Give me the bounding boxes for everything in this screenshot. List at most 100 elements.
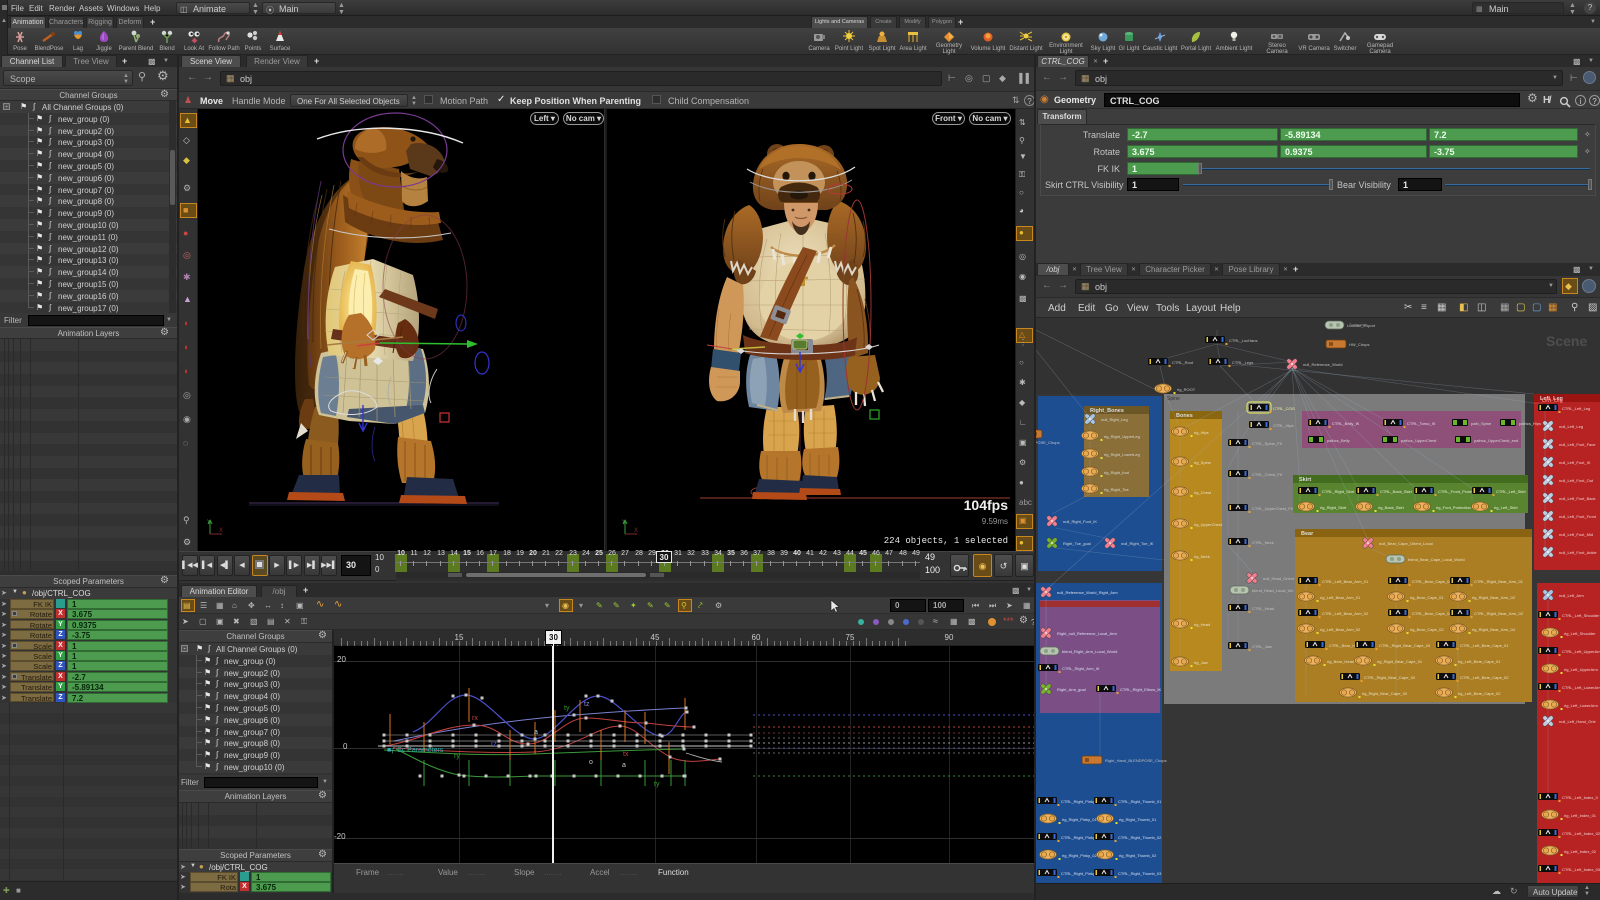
svg-text:CTRL_Belly_IK: CTRL_Belly_IK bbox=[1332, 421, 1360, 426]
svg-text:CTRL_Chest_FK: CTRL_Chest_FK bbox=[1252, 472, 1283, 477]
svg-text:rig_Left_LowerArm: rig_Left_LowerArm bbox=[1564, 703, 1598, 708]
svg-text:CTRL_Left_Bear_Arm_01: CTRL_Left_Bear_Arm_01 bbox=[1322, 579, 1369, 584]
svg-text:CTRL_Back_Skirt: CTRL_Back_Skirt bbox=[1380, 489, 1413, 494]
svg-text:CTRL_Left_Skirt: CTRL_Left_Skirt bbox=[1496, 489, 1526, 494]
svg-text:rig_Spine: rig_Spine bbox=[1194, 460, 1212, 465]
svg-text:■ƒ Sc Parameters: ■ƒ Sc Parameters bbox=[387, 747, 444, 754]
svg-text:tx: tx bbox=[623, 751, 629, 758]
svg-text:CTRL_Right_Arm_IK: CTRL_Right_Arm_IK bbox=[1062, 666, 1100, 671]
svg-text:null_Left_Foot_Ankle: null_Left_Foot_Ankle bbox=[1559, 550, 1597, 555]
svg-text:null_Left_Foot_Front: null_Left_Foot_Front bbox=[1559, 514, 1597, 519]
svg-text:rig_Bear_Head: rig_Bear_Head bbox=[1327, 659, 1354, 664]
svg-text:CTRL_Left_Index_0: CTRL_Left_Index_0 bbox=[1562, 795, 1599, 800]
svg-text:null_Left_Leg: null_Left_Leg bbox=[1559, 424, 1583, 429]
svg-text:null_Bear_Cape_Orient_Local: null_Bear_Cape_Orient_Local bbox=[1379, 541, 1433, 546]
svg-text:rig_Right_Thumb_01: rig_Right_Thumb_01 bbox=[1119, 817, 1157, 822]
svg-text:CTRL_UpperChest_FK: CTRL_UpperChest_FK bbox=[1252, 506, 1294, 511]
svg-text:CTRL_Right_Elbow_IK: CTRL_Right_Elbow_IK bbox=[1120, 687, 1161, 692]
svg-text:rig_Jaw: rig_Jaw bbox=[1194, 660, 1208, 665]
svg-text:rig_Bear_Cape_02: rig_Bear_Cape_02 bbox=[1410, 627, 1444, 632]
svg-text:CTRL_Right_Skirt: CTRL_Right_Skirt bbox=[1322, 489, 1355, 494]
svg-text:rig_Neck: rig_Neck bbox=[1194, 554, 1210, 559]
svg-text:CTRL_Torso_IK: CTRL_Torso_IK bbox=[1407, 421, 1436, 426]
svg-text:rz: rz bbox=[491, 741, 497, 748]
svg-text:CTRL_Bear_Cape_02: CTRL_Bear_Cape_02 bbox=[1412, 611, 1452, 616]
svg-text:rig_Right_UpperLeg: rig_Right_UpperLeg bbox=[1104, 434, 1140, 439]
svg-text:CTRL_Left_UpperArm: CTRL_Left_UpperArm bbox=[1562, 649, 1600, 654]
svg-text:Left_Leg: Left_Leg bbox=[1542, 398, 1563, 404]
svg-text:CTRL_Left_Index_03: CTRL_Left_Index_03 bbox=[1562, 867, 1600, 872]
svg-text:pathcs_Belly: pathcs_Belly bbox=[1327, 438, 1350, 443]
svg-text:CTRL_Right_Bear_Arm_01: CTRL_Right_Bear_Arm_01 bbox=[1474, 579, 1524, 584]
svg-text:X: X bbox=[634, 528, 638, 534]
svg-text:CTRL_Right_Bear_Arm_02: CTRL_Right_Bear_Arm_02 bbox=[1474, 611, 1524, 616]
svg-text:rig_Foot_Protection: rig_Foot_Protection bbox=[1436, 505, 1471, 510]
svg-text:null_Left_Foot_Face: null_Left_Foot_Face bbox=[1559, 442, 1596, 447]
svg-text:null_Left_Foot_IK: null_Left_Foot_IK bbox=[1559, 460, 1591, 465]
svg-text:rig_Right_Skirt: rig_Right_Skirt bbox=[1320, 505, 1347, 510]
svg-text:rig_Right_Bear_Arm_04: rig_Right_Bear_Arm_04 bbox=[1472, 627, 1516, 632]
svg-text:Skirt: Skirt bbox=[1299, 477, 1311, 483]
svg-text:pathcs_Hips: pathcs_Hips bbox=[1519, 421, 1541, 426]
svg-text:Right_Hand_BLENDPOSE_Chops: Right_Hand_BLENDPOSE_Chops bbox=[1105, 758, 1167, 763]
svg-text:rig_UpperChest: rig_UpperChest bbox=[1194, 522, 1223, 527]
svg-text:BPOSE_Chops: BPOSE_Chops bbox=[1036, 440, 1060, 445]
svg-text:rig_Head: rig_Head bbox=[1194, 622, 1210, 627]
svg-text:Superman: Superman bbox=[1349, 322, 1367, 327]
svg-text:CTRL_Right_Bear_Cape_03: CTRL_Right_Bear_Cape_03 bbox=[1379, 643, 1431, 648]
svg-text:rig_Chest: rig_Chest bbox=[1194, 490, 1212, 495]
svg-text:rig_Left_Index_02: rig_Left_Index_02 bbox=[1564, 849, 1597, 854]
svg-text:CTRL_Left_Shoulder: CTRL_Left_Shoulder bbox=[1562, 613, 1600, 618]
svg-text:rig_Left_Bear_Cape_02: rig_Left_Bear_Cape_02 bbox=[1458, 691, 1501, 696]
svg-text:CTRL_Legs: CTRL_Legs bbox=[1232, 360, 1253, 365]
svg-text:null_Left_Foot_Mid: null_Left_Foot_Mid bbox=[1559, 532, 1593, 537]
svg-text:CTRL_Right_Thumb_01: CTRL_Right_Thumb_01 bbox=[1118, 799, 1162, 804]
svg-text:pathcs_UpperChest: pathcs_UpperChest bbox=[1401, 438, 1437, 443]
svg-text:null_Reference_World: null_Reference_World bbox=[1303, 362, 1343, 367]
svg-text:CTRL_Head: CTRL_Head bbox=[1252, 606, 1274, 611]
svg-text:o: o bbox=[589, 759, 593, 766]
svg-text:CTRL_Root: CTRL_Root bbox=[1172, 360, 1194, 365]
svg-text:X: X bbox=[219, 528, 223, 534]
svg-text:null_Head_Orient: null_Head_Orient bbox=[1263, 576, 1295, 581]
svg-text:rig_Right_Toe: rig_Right_Toe bbox=[1104, 487, 1129, 492]
svg-text:null_Left_Foot_Out: null_Left_Foot_Out bbox=[1559, 478, 1594, 483]
svg-text:rig_ROOT: rig_ROOT bbox=[1177, 387, 1196, 392]
svg-text:Right_Arm_goal: Right_Arm_goal bbox=[1057, 687, 1086, 692]
svg-text:Scene: Scene bbox=[1546, 333, 1587, 349]
svg-text:rig_Right_Bear_Cape_01: rig_Right_Bear_Cape_01 bbox=[1377, 659, 1423, 664]
svg-text:CTRL_Left_LowerArm: CTRL_Left_LowerArm bbox=[1562, 685, 1600, 690]
svg-text:rig_Left_Bear_Arm_02: rig_Left_Bear_Arm_02 bbox=[1320, 627, 1361, 632]
svg-text:CTRL_Right_Bear_Cape_02: CTRL_Right_Bear_Cape_02 bbox=[1364, 675, 1416, 680]
svg-text:null_Right_Leg: null_Right_Leg bbox=[1101, 417, 1128, 422]
svg-text:rig_Left_UpperArm: rig_Left_UpperArm bbox=[1564, 667, 1598, 672]
svg-text:Right_null_Reference_Local_Arm: Right_null_Reference_Local_Arm bbox=[1057, 631, 1117, 636]
svg-text:rig_Bear_Cape_01: rig_Bear_Cape_01 bbox=[1410, 595, 1444, 600]
svg-text:CTRL_Left_Bear_Arm_02: CTRL_Left_Bear_Arm_02 bbox=[1322, 611, 1369, 616]
svg-text:a: a bbox=[622, 762, 626, 769]
svg-text:CTRL_LucHans: CTRL_LucHans bbox=[1229, 338, 1257, 343]
svg-text:Bones: Bones bbox=[1176, 413, 1193, 419]
svg-text:rig_Left_Skirt: rig_Left_Skirt bbox=[1494, 505, 1518, 510]
svg-text:null_Right_Toe_IK: null_Right_Toe_IK bbox=[1121, 541, 1154, 546]
svg-text:null_Reference_World_Right_Arm: null_Reference_World_Right_Arm bbox=[1057, 590, 1118, 595]
svg-text:path_Spine: path_Spine bbox=[1471, 421, 1492, 426]
svg-text:CTRL_Hips: CTRL_Hips bbox=[1273, 423, 1294, 428]
svg-text:Spine: Spine bbox=[1167, 396, 1180, 402]
svg-text:rx: rx bbox=[472, 715, 478, 722]
svg-text:CTRL_COG: CTRL_COG bbox=[1273, 406, 1295, 411]
svg-text:rig_Right_Pinky_02: rig_Right_Pinky_02 bbox=[1062, 853, 1097, 858]
svg-text:rig_Right_LowerLeg: rig_Right_LowerLeg bbox=[1104, 452, 1140, 457]
svg-text:rig_Hips: rig_Hips bbox=[1194, 430, 1209, 435]
svg-text:a: a bbox=[534, 729, 538, 736]
svg-text:Bear: Bear bbox=[1301, 531, 1314, 537]
svg-text:rig_Right_Bear_Cape_02: rig_Right_Bear_Cape_02 bbox=[1362, 691, 1408, 696]
svg-text:rig_Right_Bear_Arm_02: rig_Right_Bear_Arm_02 bbox=[1472, 595, 1516, 600]
svg-text:null_Left_Hand_Orie: null_Left_Hand_Orie bbox=[1559, 719, 1596, 724]
svg-text:CTRL_Right_Thumb_02: CTRL_Right_Thumb_02 bbox=[1118, 835, 1162, 840]
svg-text:CTRL_Spine_FK: CTRL_Spine_FK bbox=[1252, 441, 1283, 446]
svg-text:CTRL_Neck: CTRL_Neck bbox=[1252, 540, 1274, 545]
svg-text:rig_Right_foot: rig_Right_foot bbox=[1104, 470, 1130, 475]
svg-text:ty: ty bbox=[654, 781, 660, 788]
svg-text:null_Left_Arm: null_Left_Arm bbox=[1559, 593, 1584, 598]
